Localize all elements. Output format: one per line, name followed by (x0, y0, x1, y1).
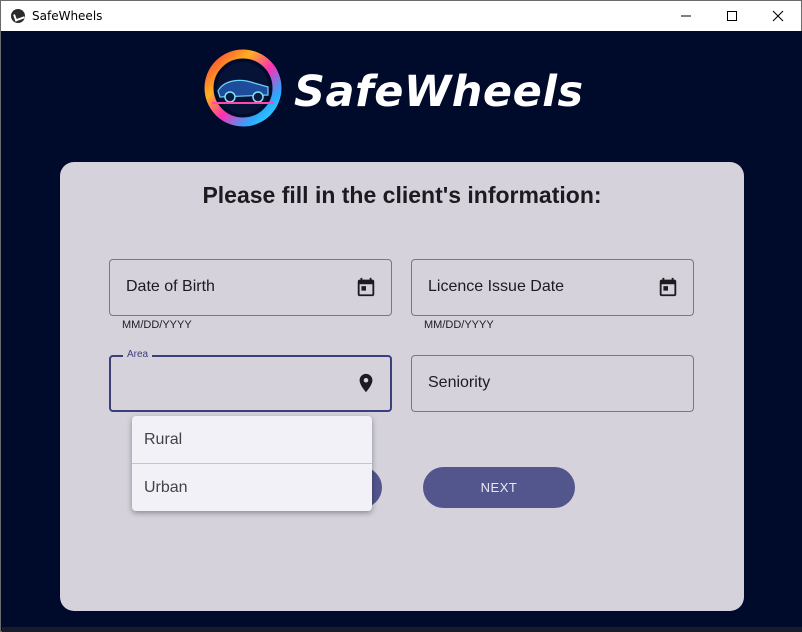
close-button[interactable] (755, 1, 801, 31)
seniority-field[interactable]: Seniority (411, 355, 694, 412)
app-window: SafeWheels SafeWheels Please fill in the… (0, 0, 802, 632)
licence-issue-date-field[interactable]: Licence Issue Date (411, 259, 694, 316)
calendar-icon[interactable] (355, 276, 377, 298)
minimize-icon (681, 15, 691, 17)
seniority-label: Seniority (428, 374, 491, 391)
area-field[interactable]: Area (109, 349, 392, 412)
title-bar: SafeWheels (1, 1, 801, 31)
area-option-urban[interactable]: Urban (132, 464, 372, 511)
brand-name: SafeWheels (294, 67, 584, 117)
date-of-birth-helper: MM/DD/YYYY (122, 319, 192, 331)
next-button[interactable]: NEXT (423, 467, 575, 508)
safewheels-logo-icon (204, 49, 282, 127)
minimize-button[interactable] (663, 1, 709, 31)
main-content: SafeWheels Please fill in the client's i… (2, 31, 802, 632)
maximize-icon (727, 11, 737, 21)
close-icon (772, 10, 784, 22)
licence-issue-date-helper: MM/DD/YYYY (424, 319, 494, 331)
window-title: SafeWheels (32, 9, 103, 23)
date-of-birth-field[interactable]: Date of Birth (109, 259, 392, 316)
area-option-rural[interactable]: Rural (132, 416, 372, 463)
calendar-icon[interactable] (657, 276, 679, 298)
form-heading: Please fill in the client's information: (202, 182, 602, 208)
app-icon (11, 9, 25, 23)
area-label: Area (123, 349, 153, 360)
maximize-button[interactable] (709, 1, 755, 31)
licence-issue-date-label: Licence Issue Date (428, 278, 565, 295)
map-pin-icon (359, 373, 373, 393)
date-of-birth-label: Date of Birth (126, 278, 215, 295)
client-form-card: Please fill in the client's information:… (60, 162, 744, 611)
background-strip (2, 627, 802, 632)
area-dropdown-menu: Rural Urban (132, 416, 372, 511)
